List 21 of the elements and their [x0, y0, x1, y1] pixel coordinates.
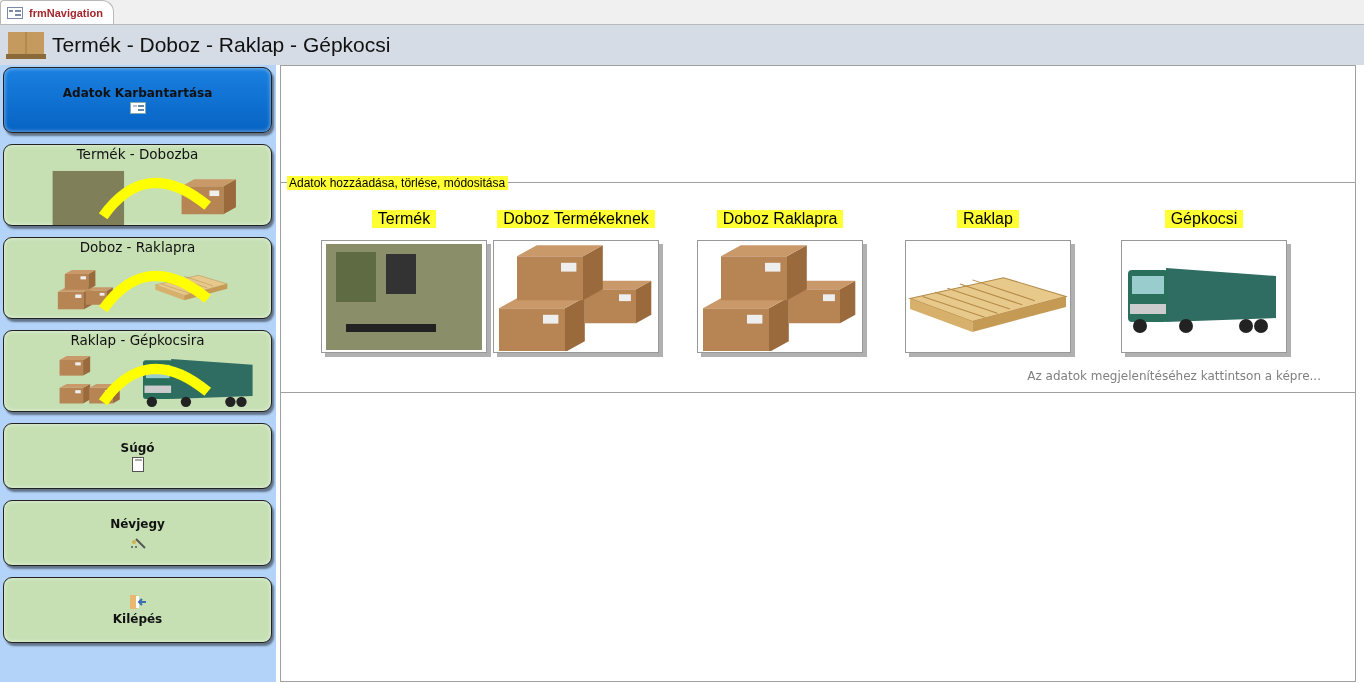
nav-button[interactable]: Doboz - Raklapra	[3, 237, 272, 319]
exit-door-icon	[128, 594, 147, 610]
header-title: Termék - Doboz - Raklap - Gépkocsi	[52, 33, 391, 57]
picture-label: Doboz Termékeknek	[497, 210, 655, 228]
nav-button[interactable]: Adatok Karbantartása	[3, 67, 272, 133]
picture-label: Gépkocsi	[1164, 210, 1244, 228]
nav-button[interactable]: Raklap - Gépkocsira	[3, 330, 272, 412]
picture-label: Termék	[371, 210, 437, 228]
form-icon	[7, 6, 23, 19]
picture-label: Raklap	[957, 210, 1019, 228]
form-icon	[129, 102, 146, 114]
form-tab[interactable]: frmNavigation	[0, 0, 114, 24]
nav-button[interactable]: Kilépés	[3, 577, 272, 643]
nav-button[interactable]: Termék - Dobozba	[3, 144, 272, 226]
picture-label: Doboz Raklapra	[716, 210, 844, 228]
hint-text: Az adatok megjelenítéséhez kattintson a képre...	[1027, 369, 1321, 383]
nav-button[interactable]: Névjegy	[3, 500, 272, 566]
section-title: Adatok hozzáadása, törlése, módositása	[287, 176, 509, 190]
pallet-boxes-icon	[6, 30, 46, 60]
page-icon	[131, 456, 144, 472]
nav-button[interactable]: Súgó	[3, 423, 272, 489]
